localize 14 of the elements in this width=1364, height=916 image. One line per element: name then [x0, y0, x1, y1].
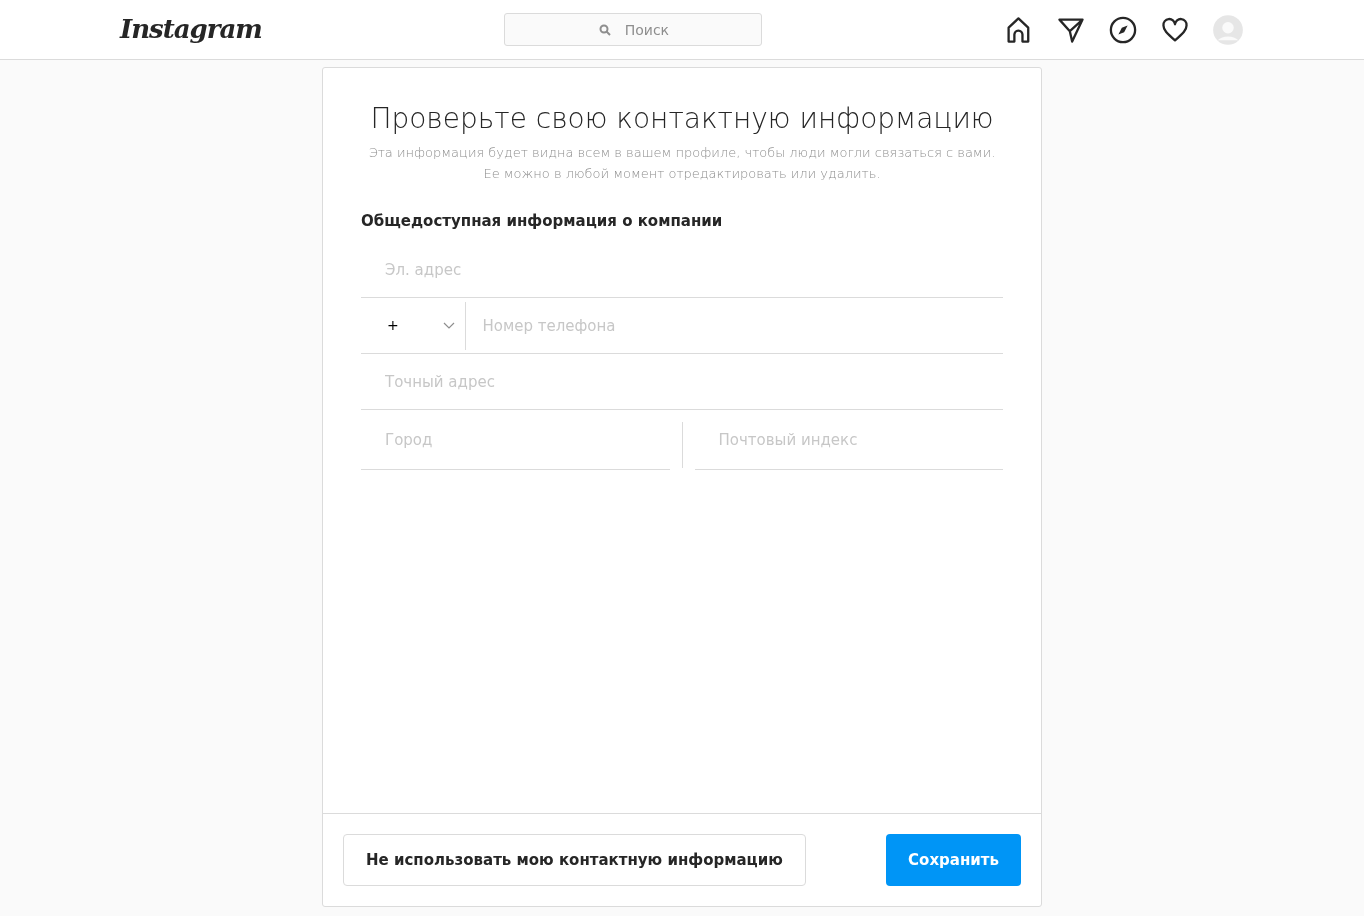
skip-button[interactable]: Не использовать мою контактную информацию	[343, 834, 806, 886]
search-field[interactable]: Поиск	[503, 13, 762, 46]
page-title: Проверьте свою контактную информацию	[369, 102, 995, 136]
search-icon	[598, 24, 611, 36]
logo[interactable]: Instagram	[120, 10, 262, 49]
compass-icon[interactable]	[1108, 14, 1138, 45]
section-heading: Общедоступная информация о компании	[361, 210, 724, 232]
caret-icon	[443, 322, 456, 330]
input-field[interactable]: Эл. адрес	[361, 242, 1003, 298]
description: Эта информация будет видна всем в вашем профиле, чтобы люди могли связаться с вами. Ее можно в любой момент отредактировать или удалить.	[367, 143, 997, 183]
input-field[interactable]: Точный адрес	[361, 354, 1003, 410]
input-field[interactable]: Город	[361, 410, 670, 470]
input-field[interactable]: Номер телефона	[466, 298, 1003, 354]
input-field[interactable]: Почтовый индекс	[694, 410, 1003, 470]
